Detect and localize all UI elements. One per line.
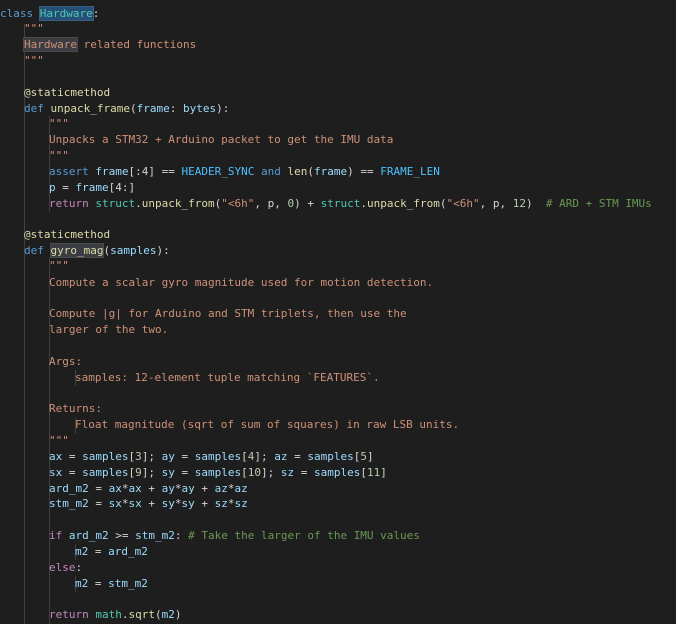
code-line-docstring-text[interactable]: Args:: [49, 354, 82, 370]
code-editor[interactable]: class Hardware: """ Hardware related fun…: [0, 0, 676, 624]
param-frame: frame: [136, 102, 170, 115]
keyword-class: class: [0, 7, 34, 20]
code-line-class[interactable]: class Hardware:: [0, 6, 99, 22]
type-bytes: bytes: [182, 102, 217, 115]
keyword-return: return: [49, 197, 89, 210]
code-line-else[interactable]: else:: [49, 560, 82, 576]
comment-ard-stm: # ARD + STM IMUs: [545, 197, 652, 210]
code-line-docstring-close[interactable]: """: [49, 148, 69, 164]
code-line-sx-sy-sz[interactable]: sx = samples[9]; sy = samples[10]; sz = …: [49, 465, 387, 481]
docstring-quotes: """: [24, 22, 44, 35]
keyword-and: and: [260, 165, 281, 178]
code-line-docstring-text[interactable]: Hardware related functions: [23, 37, 197, 53]
decorator-token: @staticmethod: [24, 86, 111, 99]
colon-token: :: [92, 7, 100, 20]
code-line-p-assign[interactable]: p = frame[4:]: [49, 180, 135, 196]
code-line-stm-m2[interactable]: stm_m2 = sx*sx + sy*sy + sz*sz: [49, 496, 248, 512]
code-line-docstring-text[interactable]: Compute a scalar gyro magnitude used for…: [49, 275, 433, 291]
code-line-ard-m2[interactable]: ard_m2 = ax*ax + ay*ay + az*az: [49, 481, 248, 497]
keyword-def: def: [24, 102, 44, 115]
comment-take-larger: # Take the larger of the IMU values: [188, 529, 420, 542]
code-line-docstring-text[interactable]: samples: 12-element tuple matching `FEAT…: [75, 370, 380, 386]
function-name-unpack-frame: unpack_frame: [50, 102, 130, 115]
code-line-assert[interactable]: assert frame[:4] == HEADER_SYNC and len(…: [49, 164, 440, 180]
code-line-docstring-text[interactable]: Returns:: [49, 401, 102, 417]
code-line-docstring-open[interactable]: """: [49, 116, 69, 132]
code-line-def-gyro-mag[interactable]: def gyro_mag(samples):: [24, 243, 170, 259]
keyword-assert: assert: [49, 165, 89, 178]
docstring-quotes: """: [24, 54, 44, 67]
code-line-decorator[interactable]: @staticmethod: [24, 227, 110, 243]
code-line-decorator[interactable]: @staticmethod: [24, 85, 110, 101]
code-line-docstring-text[interactable]: larger of the two.: [49, 322, 168, 338]
docstring-text: related functions: [76, 38, 197, 51]
docstring-hardware-word: Hardware: [23, 37, 78, 52]
param-samples: samples: [110, 244, 157, 257]
code-line-m2-stm[interactable]: m2 = stm_m2: [75, 576, 148, 592]
function-name-gyro-mag: gyro_mag: [49, 243, 105, 258]
code-line-docstring-text[interactable]: Unpacks a STM32 + Arduino packet to get …: [49, 132, 393, 148]
code-line-def-unpack-frame[interactable]: def unpack_frame(frame: bytes):: [24, 101, 229, 117]
constant-header-sync: HEADER_SYNC: [181, 165, 255, 178]
code-line-if[interactable]: if ard_m2 >= stm_m2: # Take the larger o…: [49, 528, 420, 544]
code-line-docstring-open[interactable]: """: [24, 21, 44, 37]
code-line-docstring-text[interactable]: Compute |g| for Arduino and STM triplets…: [49, 306, 407, 322]
code-line-ax-ay-az[interactable]: ax = samples[3]; ay = samples[4]; az = s…: [49, 449, 374, 465]
code-line-docstring-close[interactable]: """: [49, 433, 69, 449]
keyword-else: else: [49, 561, 76, 574]
code-line-return-sqrt[interactable]: return math.sqrt(m2): [49, 607, 182, 623]
code-line-docstring-open[interactable]: """: [49, 258, 69, 274]
code-line-docstring-text[interactable]: Float magnitude (sqrt of sum of squares)…: [75, 417, 459, 433]
code-line-m2-ard[interactable]: m2 = ard_m2: [75, 544, 148, 560]
constant-frame-len: FRAME_LEN: [380, 165, 440, 178]
code-line-docstring-close[interactable]: """: [24, 53, 44, 69]
code-line-return-struct[interactable]: return struct.unpack_from("<6h", p, 0) +…: [49, 196, 652, 212]
class-name-token[interactable]: Hardware: [38, 6, 94, 21]
keyword-if: if: [49, 529, 63, 542]
